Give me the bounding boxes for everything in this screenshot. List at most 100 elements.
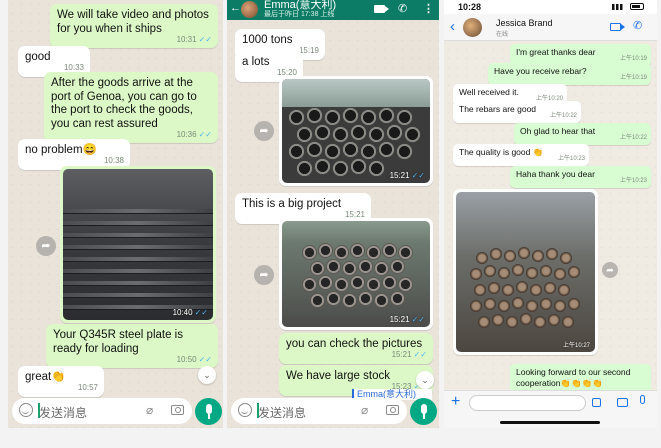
read-ticks-icon: ✓✓ [198, 354, 212, 364]
forward-icon[interactable]: ➦ [36, 236, 56, 256]
camera-icon[interactable] [171, 405, 184, 415]
video-call-icon[interactable] [374, 5, 389, 13]
image-message-steel-plates[interactable]: 10:40 ✓✓ [60, 166, 216, 323]
message-input[interactable] [469, 395, 586, 411]
message-input[interactable]: 发送消息 ⌀ [231, 398, 407, 424]
plus-icon[interactable]: + [451, 393, 460, 411]
read-ticks-icon: ✓✓ [413, 350, 427, 359]
message-text: Have you receive rebar? [494, 66, 587, 76]
chat-panel-middle: ← Emma(意大利) 最后于昨日 17:38 上线 ✆ ⋮ 1000 tons… [227, 0, 439, 428]
contact-name[interactable]: Jessica Brand [496, 18, 553, 28]
read-ticks-icon: ✓✓ [198, 34, 212, 44]
message-text: This is a big project [242, 198, 342, 210]
message-input-placeholder: 发送消息 [39, 406, 88, 420]
phone-icon[interactable]: ✆ [398, 2, 407, 15]
steel-tubes-photo [282, 221, 430, 327]
forward-icon[interactable]: ➦ [254, 265, 274, 285]
message-text: I'm great thanks dear [516, 47, 596, 57]
avatar[interactable] [463, 18, 482, 37]
chat-header: ‹ Jessica Brand 在线 ✆ [444, 14, 657, 41]
message-time: 上午10:27 [562, 343, 590, 349]
status-time: 10:28 [458, 2, 482, 12]
message-outgoing[interactable]: you can check the pictures 15:21 ✓✓ [279, 333, 433, 364]
message-time: 15:21 [391, 350, 412, 359]
avatar[interactable] [241, 1, 258, 18]
message-time: 10:36 [176, 129, 197, 139]
read-ticks-icon: ✓✓ [411, 171, 425, 180]
message-incoming[interactable]: no problem😄 10:38 [18, 139, 130, 170]
message-time: 上午10:22 [619, 135, 647, 141]
screenshot-collage: We will take video and photos for you wh… [0, 0, 661, 448]
attach-icon[interactable]: ⌀ [146, 403, 157, 417]
contact-status: 在线 [496, 32, 509, 38]
message-outgoing[interactable]: After the goods arrive at the port of Ge… [44, 72, 218, 143]
message-outgoing[interactable]: Have you receive rebar? 上午10:19 [488, 63, 651, 85]
message-input[interactable]: 发送消息 ⌀ [12, 398, 192, 424]
back-arrow-icon[interactable]: ← [230, 2, 241, 14]
message-outgoing[interactable]: Haha thank you dear 上午10:23 [510, 166, 651, 188]
message-input-placeholder: 发送消息 [258, 406, 307, 420]
message-text: We will take video and photos for you wh… [57, 9, 209, 35]
message-outgoing[interactable]: Your Q345R steel plate is ready for load… [46, 324, 218, 368]
more-options-icon[interactable]: ⋮ [423, 2, 434, 15]
microphone-icon[interactable] [410, 398, 437, 425]
message-incoming[interactable]: The rebars are good 上午10:22 [453, 101, 581, 123]
message-incoming[interactable]: great👏 10:57 [18, 366, 104, 397]
emoji-icon[interactable] [238, 403, 252, 417]
steel-pipes-photo [282, 79, 430, 183]
microphone-icon[interactable] [195, 398, 222, 425]
video-call-icon[interactable] [610, 23, 625, 31]
signal-icon [612, 4, 624, 10]
message-time: 15:21 [389, 315, 410, 324]
read-ticks-icon: ✓✓ [198, 129, 212, 139]
forward-icon[interactable]: ➦ [602, 262, 618, 278]
read-ticks-icon: ✓✓ [411, 315, 425, 324]
status-bar: 10:28 [444, 0, 657, 14]
message-text: good [25, 51, 51, 63]
microphone-icon[interactable] [640, 395, 645, 404]
image-message-rebar[interactable]: 上午10:27 [453, 189, 598, 355]
message-text: a lots [242, 56, 270, 68]
contact-status: 最后于昨日 17:38 上线 [264, 11, 335, 18]
message-text: Haha thank you dear [516, 169, 595, 179]
message-text: 1000 tons [242, 34, 293, 46]
image-message-pipes[interactable]: 15:21 ✓✓ [279, 76, 433, 186]
scroll-down-icon[interactable]: ⌄ [198, 366, 216, 384]
image-message-tubes[interactable]: 15:21 ✓✓ [279, 218, 433, 330]
message-time: 10:31 [176, 34, 197, 44]
message-time: 10:50 [176, 354, 197, 364]
phone-icon[interactable]: ✆ [633, 19, 642, 32]
battery-icon [630, 3, 644, 10]
composer-bar: 发送消息 ⌀ [8, 394, 223, 428]
message-time: 15:21 [389, 171, 410, 180]
chat-panel-right: 10:28 ‹ Jessica Brand 在线 ✆ I'm great tha… [444, 0, 657, 428]
emoji-icon[interactable] [19, 403, 33, 417]
message-text: The quality is good 👏 [459, 147, 544, 157]
composer-bar: + [444, 390, 657, 428]
message-text: Your Q345R steel plate is ready for load… [53, 329, 183, 355]
scroll-down-icon[interactable]: ⌄ [416, 371, 434, 389]
composer-bar: 发送消息 ⌀ [227, 394, 439, 428]
message-time: 上午10:23 [619, 178, 647, 184]
chat-header: ← Emma(意大利) 最后于昨日 17:38 上线 ✆ ⋮ [227, 0, 439, 20]
message-text: The rebars are good [459, 104, 537, 114]
back-chevron-icon[interactable]: ‹ [450, 18, 455, 35]
attach-icon[interactable]: ⌀ [361, 403, 372, 417]
chat-panel-left: We will take video and photos for you wh… [8, 0, 223, 428]
message-time: 上午10:23 [557, 156, 585, 162]
sticker-icon[interactable] [592, 398, 601, 407]
message-incoming[interactable]: The quality is good 👏 上午10:23 [453, 144, 589, 166]
camera-icon[interactable] [386, 405, 399, 415]
camera-icon[interactable] [617, 398, 628, 407]
message-text: We have large stock [286, 370, 390, 382]
message-text: Well received it. [459, 87, 519, 97]
message-time: 上午10:22 [549, 113, 577, 119]
message-outgoing[interactable]: We will take video and photos for you wh… [50, 4, 218, 48]
message-text: Looking forward to our second cooperatio… [516, 367, 631, 388]
forward-icon[interactable]: ➦ [254, 121, 274, 141]
message-outgoing[interactable]: Oh glad to hear that 上午10:22 [514, 123, 651, 145]
read-ticks-icon: ✓✓ [194, 308, 208, 317]
message-time: 上午10:19 [619, 75, 647, 81]
home-indicator [500, 421, 600, 424]
message-time: 10:57 [77, 383, 98, 392]
